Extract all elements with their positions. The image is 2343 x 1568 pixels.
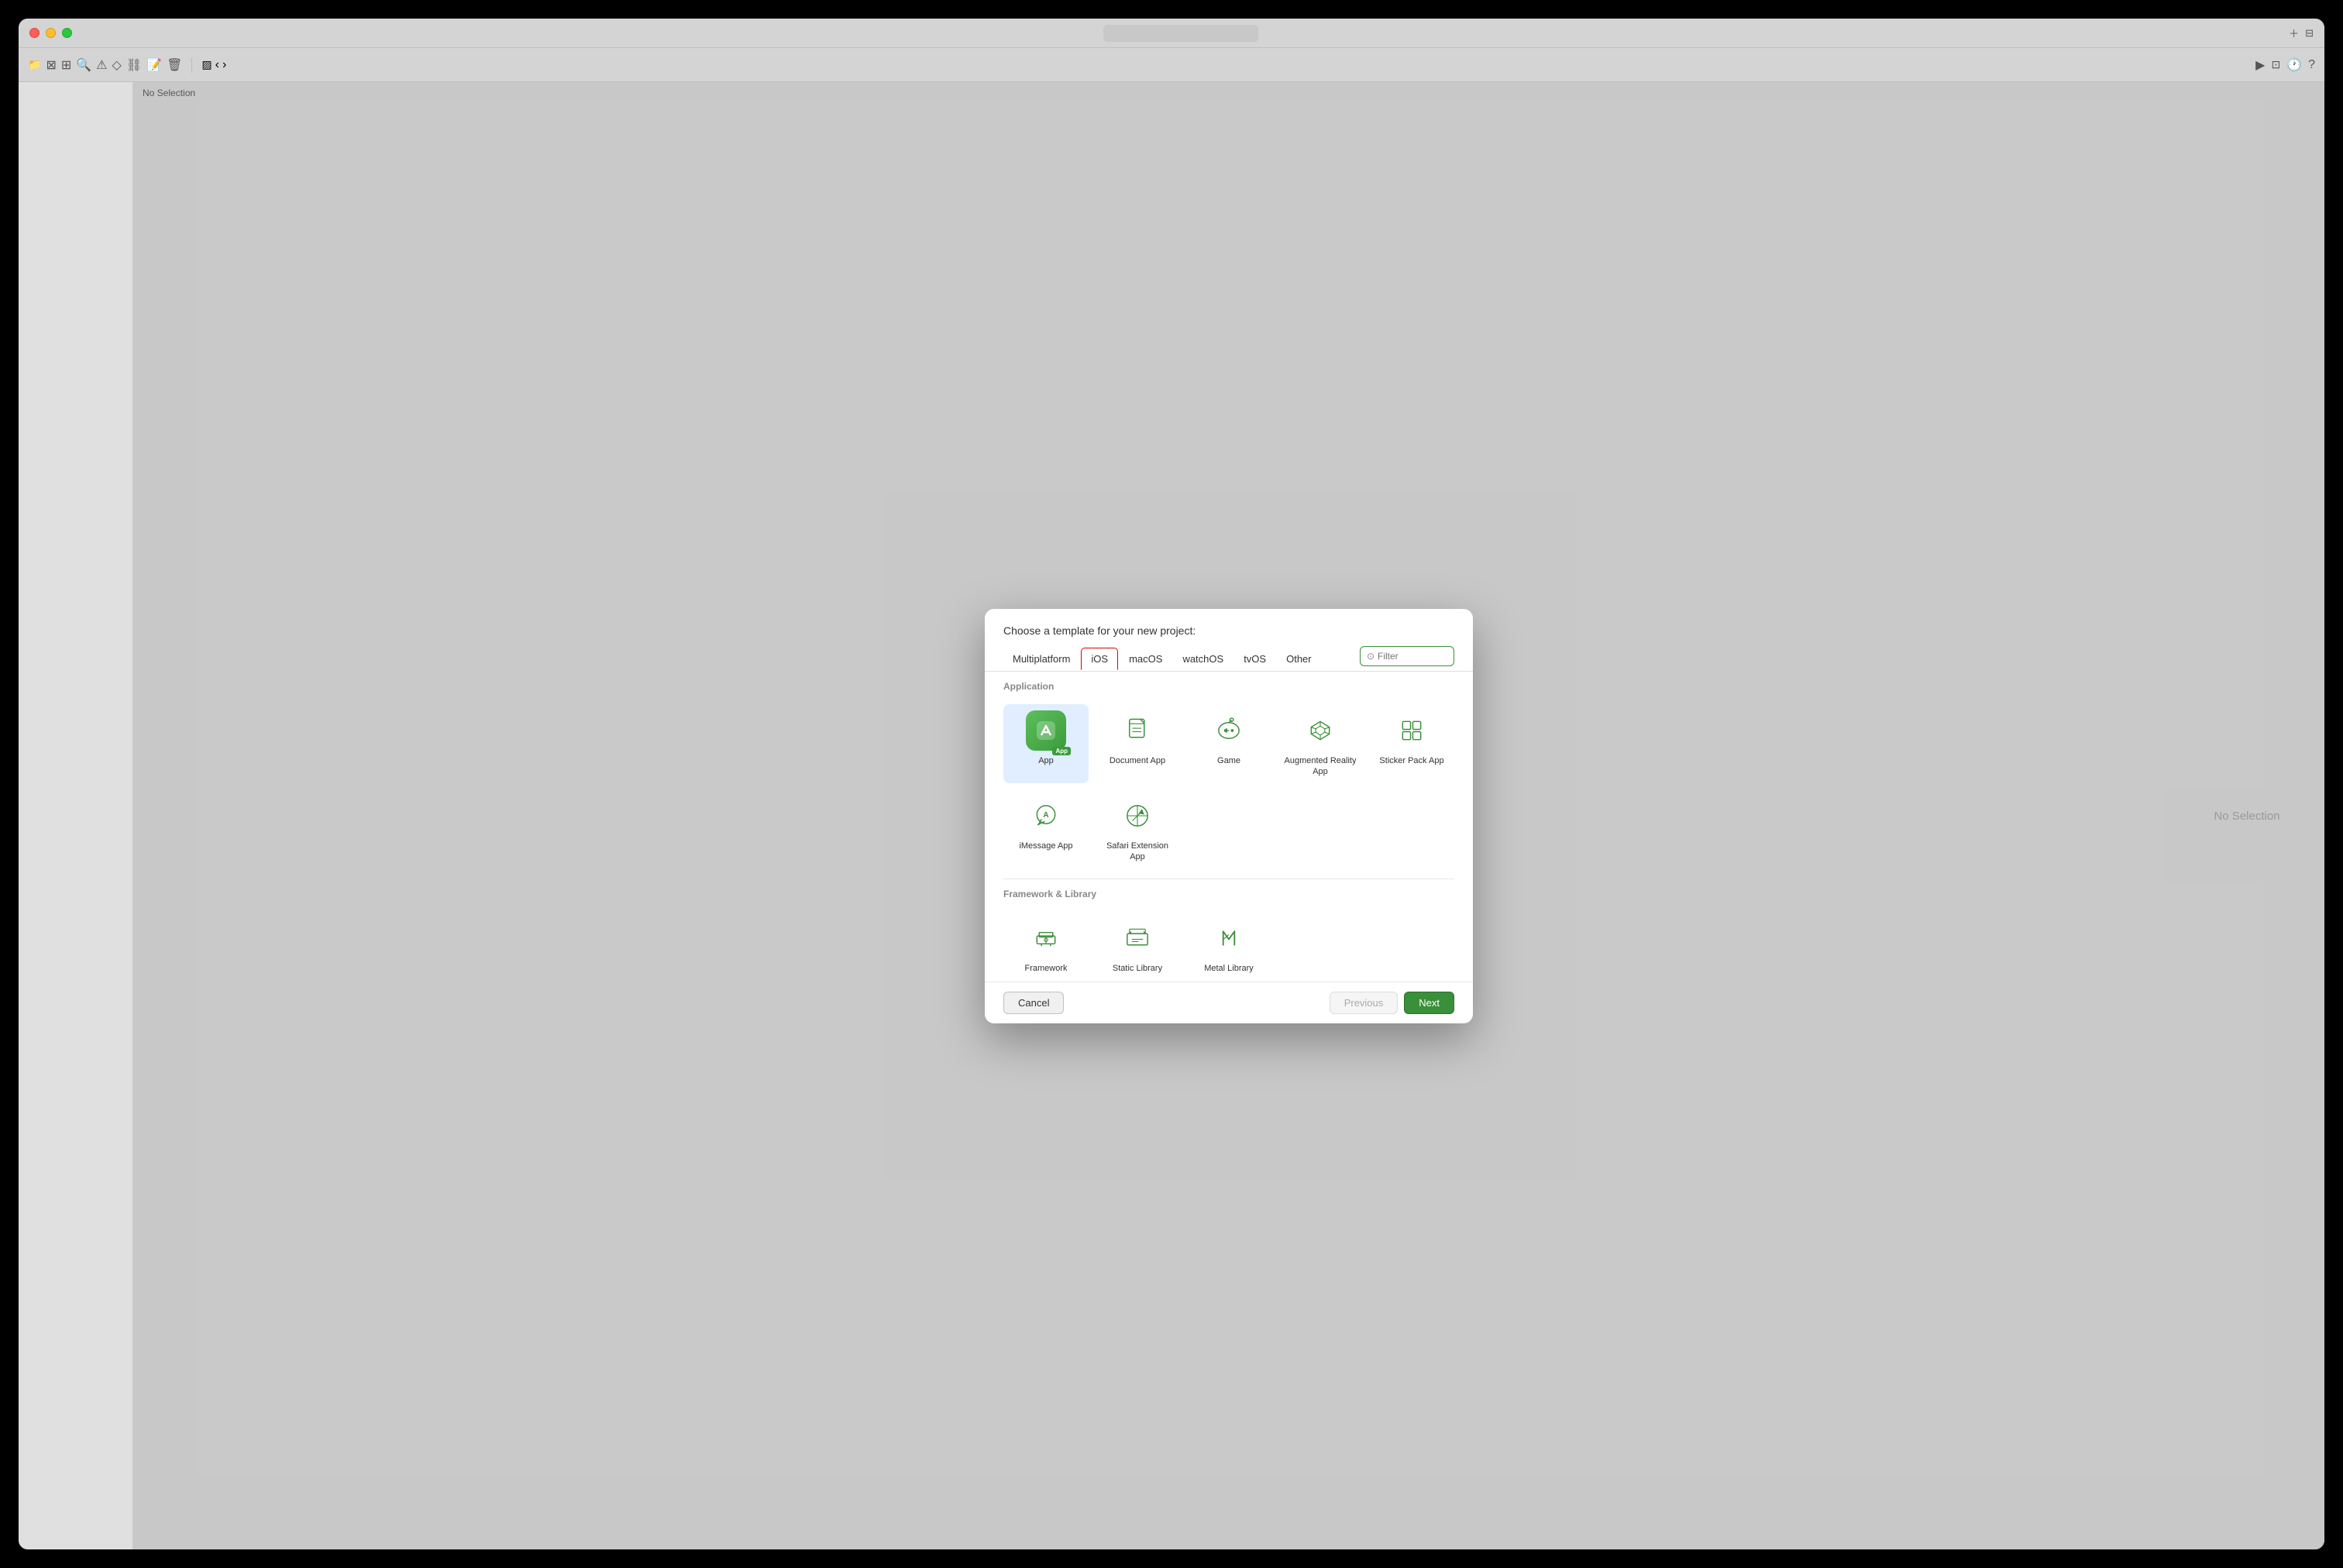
template-metal-library-label: Metal Library (1204, 963, 1254, 974)
svg-text:A: A (1043, 811, 1049, 820)
grid-icon[interactable]: ⊞ (61, 57, 71, 73)
filter-icon: ⊙ (1367, 651, 1374, 662)
play-icon[interactable]: ▶ (2255, 57, 2265, 73)
template-ar-label: Augmented Reality App (1281, 755, 1360, 778)
template-document-app[interactable]: Document App (1095, 704, 1180, 784)
stop-icon[interactable]: ⊠ (46, 57, 56, 73)
link-icon[interactable]: ⛓ (126, 57, 142, 73)
footer-nav: Previous Next (1330, 992, 1454, 1014)
template-sticker-label: Sticker Pack App (1379, 755, 1443, 766)
app-badge: App (1052, 747, 1071, 755)
tab-other[interactable]: Other (1277, 648, 1321, 669)
application-grid: App App (1003, 698, 1454, 879)
next-button[interactable]: Next (1404, 992, 1454, 1014)
template-game[interactable]: Game (1186, 704, 1271, 784)
framework-icon (1026, 918, 1066, 958)
modal-tabs: Multiplatform iOS macOS watchOS tvOS Oth… (985, 646, 1473, 672)
template-document-label: Document App (1110, 755, 1165, 766)
cancel-button[interactable]: Cancel (1003, 992, 1064, 1014)
toolbar-left: 📁 ⊠ ⊞ 🔍 ⚠ ◇ ⛓ 📝 🗑 (28, 57, 182, 73)
filter-input[interactable] (1378, 651, 1447, 662)
previous-button[interactable]: Previous (1330, 992, 1399, 1014)
modal-overlay: Choose a template for your new project: … (133, 82, 2324, 1549)
layout-icon[interactable]: ⊟ (2305, 27, 2314, 40)
divider (191, 57, 192, 73)
close-button[interactable] (29, 28, 40, 38)
template-game-label: Game (1217, 755, 1240, 766)
template-sticker-pack[interactable]: Sticker Pack App (1369, 704, 1454, 784)
ar-app-icon (1300, 710, 1340, 751)
modal-footer: Cancel Previous Next (985, 982, 1473, 1023)
tab-ios[interactable]: iOS (1081, 648, 1118, 670)
titlebar-actions: ＋ ⊟ (2289, 26, 2314, 40)
diamond-icon[interactable]: ◇ (112, 57, 122, 73)
modal-body: Application (985, 672, 1473, 982)
document-app-icon (1117, 710, 1158, 751)
template-framework-label: Framework (1024, 963, 1067, 974)
sticker-pack-icon (1392, 710, 1432, 751)
game-icon (1209, 710, 1249, 751)
template-metal-library[interactable]: Metal Library (1186, 912, 1271, 980)
trash-icon[interactable]: 🗑 (167, 57, 182, 73)
note-icon[interactable]: 📝 (146, 57, 162, 73)
framework-grid: Framework (1003, 906, 1454, 982)
toolbar: 📁 ⊠ ⊞ 🔍 ⚠ ◇ ⛓ 📝 🗑 ▨ ‹ › ▶ ⊡ 🕐 ? (19, 48, 2324, 82)
template-static-library[interactable]: Static Library (1095, 912, 1180, 980)
static-library-icon (1117, 918, 1158, 958)
add-icon[interactable]: ＋ (2289, 26, 2299, 40)
clock-icon[interactable]: 🕐 (2286, 57, 2302, 73)
content-area: No Selection Choose a template for your … (19, 82, 2324, 1549)
template-chooser-modal: Choose a template for your new project: … (985, 609, 1473, 1023)
panel-icon[interactable]: ⊡ (2271, 58, 2280, 71)
tab-watchos[interactable]: watchOS (1173, 648, 1233, 669)
maximize-button[interactable] (62, 28, 72, 38)
template-static-library-label: Static Library (1113, 963, 1162, 974)
imessage-icon: A (1026, 796, 1066, 836)
warning-icon[interactable]: ⚠ (96, 57, 107, 73)
sidebar (19, 82, 133, 1549)
xcode-window: ＋ ⊟ 📁 ⊠ ⊞ 🔍 ⚠ ◇ ⛓ 📝 🗑 ▨ ‹ › ▶ ⊡ 🕐 ? (19, 19, 2324, 1549)
no-selection-label: No Selection (2169, 82, 2324, 1549)
safari-extension-icon (1117, 796, 1158, 836)
squares-icon[interactable]: ▨ (201, 58, 212, 72)
back-icon[interactable]: ‹ (215, 58, 219, 72)
template-safari-extension[interactable]: Safari Extension App (1095, 789, 1180, 869)
titlebar-search (1103, 25, 1258, 42)
main-content: No Selection Choose a template for your … (133, 82, 2324, 1549)
app-icon: App (1026, 710, 1066, 751)
template-app[interactable]: App App (1003, 704, 1089, 784)
framework-section-label: Framework & Library (1003, 879, 1454, 906)
template-safari-label: Safari Extension App (1098, 841, 1177, 863)
filter-box[interactable]: ⊙ (1360, 646, 1454, 666)
search-icon[interactable]: 🔍 (76, 57, 91, 73)
metal-library-icon (1209, 918, 1249, 958)
template-imessage-label: iMessage App (1019, 841, 1072, 851)
titlebar-center (78, 25, 2283, 42)
template-framework[interactable]: Framework (1003, 912, 1089, 980)
minimize-button[interactable] (46, 28, 56, 38)
titlebar: ＋ ⊟ (19, 19, 2324, 48)
forward-icon[interactable]: › (222, 58, 226, 72)
tab-macos[interactable]: macOS (1120, 648, 1172, 669)
template-imessage[interactable]: A iMessage App (1003, 789, 1089, 869)
tab-tvos[interactable]: tvOS (1234, 648, 1275, 669)
modal-header: Choose a template for your new project: (985, 609, 1473, 646)
folder-icon[interactable]: 📁 (28, 58, 41, 71)
nav-icons: ▨ ‹ › (201, 58, 226, 72)
template-app-label: App (1038, 755, 1054, 766)
help-icon[interactable]: ? (2308, 58, 2315, 72)
toolbar-right: ▶ ⊡ 🕐 ? (2255, 57, 2315, 73)
tab-multiplatform[interactable]: Multiplatform (1003, 648, 1079, 669)
template-ar-app[interactable]: Augmented Reality App (1278, 704, 1363, 784)
application-section-label: Application (1003, 672, 1454, 698)
